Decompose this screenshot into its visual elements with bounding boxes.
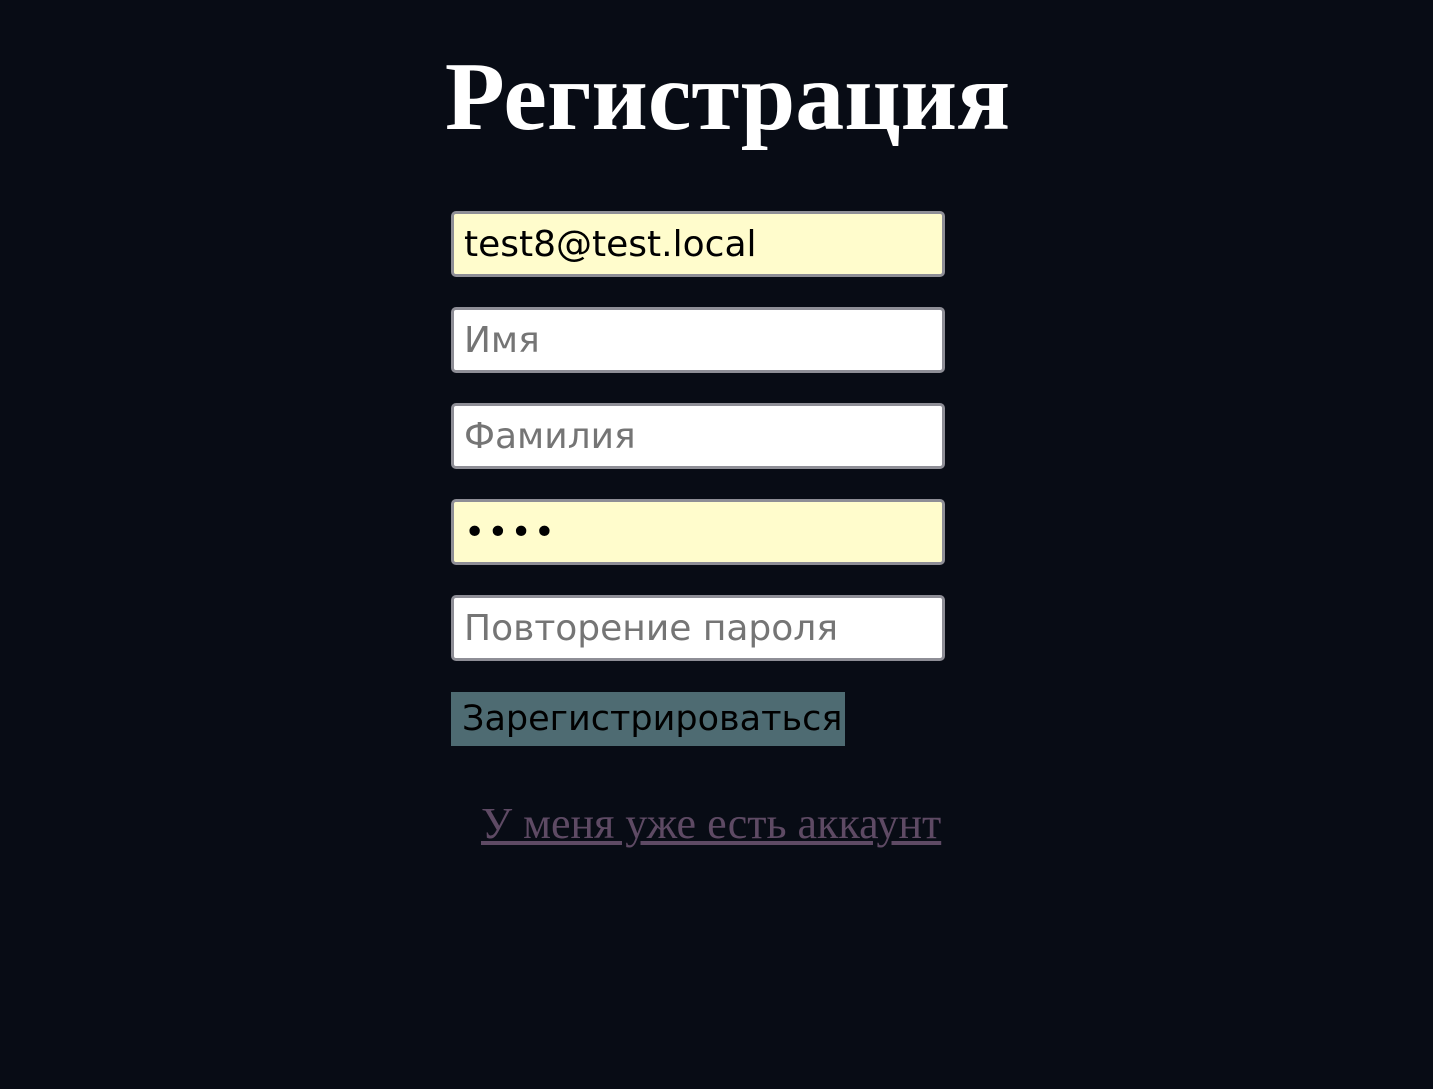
register-button[interactable]: Зарегистрироваться bbox=[451, 692, 845, 746]
password-field[interactable] bbox=[451, 499, 945, 565]
password-repeat-field[interactable] bbox=[451, 595, 945, 661]
email-field[interactable] bbox=[451, 211, 945, 277]
first-name-field[interactable] bbox=[451, 307, 945, 373]
registration-page: Регистрация Зарегистрироваться У меня уж… bbox=[0, 0, 1433, 1089]
login-link[interactable]: У меня уже есть аккаунт bbox=[481, 796, 941, 852]
page-title: Регистрация bbox=[444, 43, 1011, 151]
last-name-field[interactable] bbox=[451, 403, 945, 469]
